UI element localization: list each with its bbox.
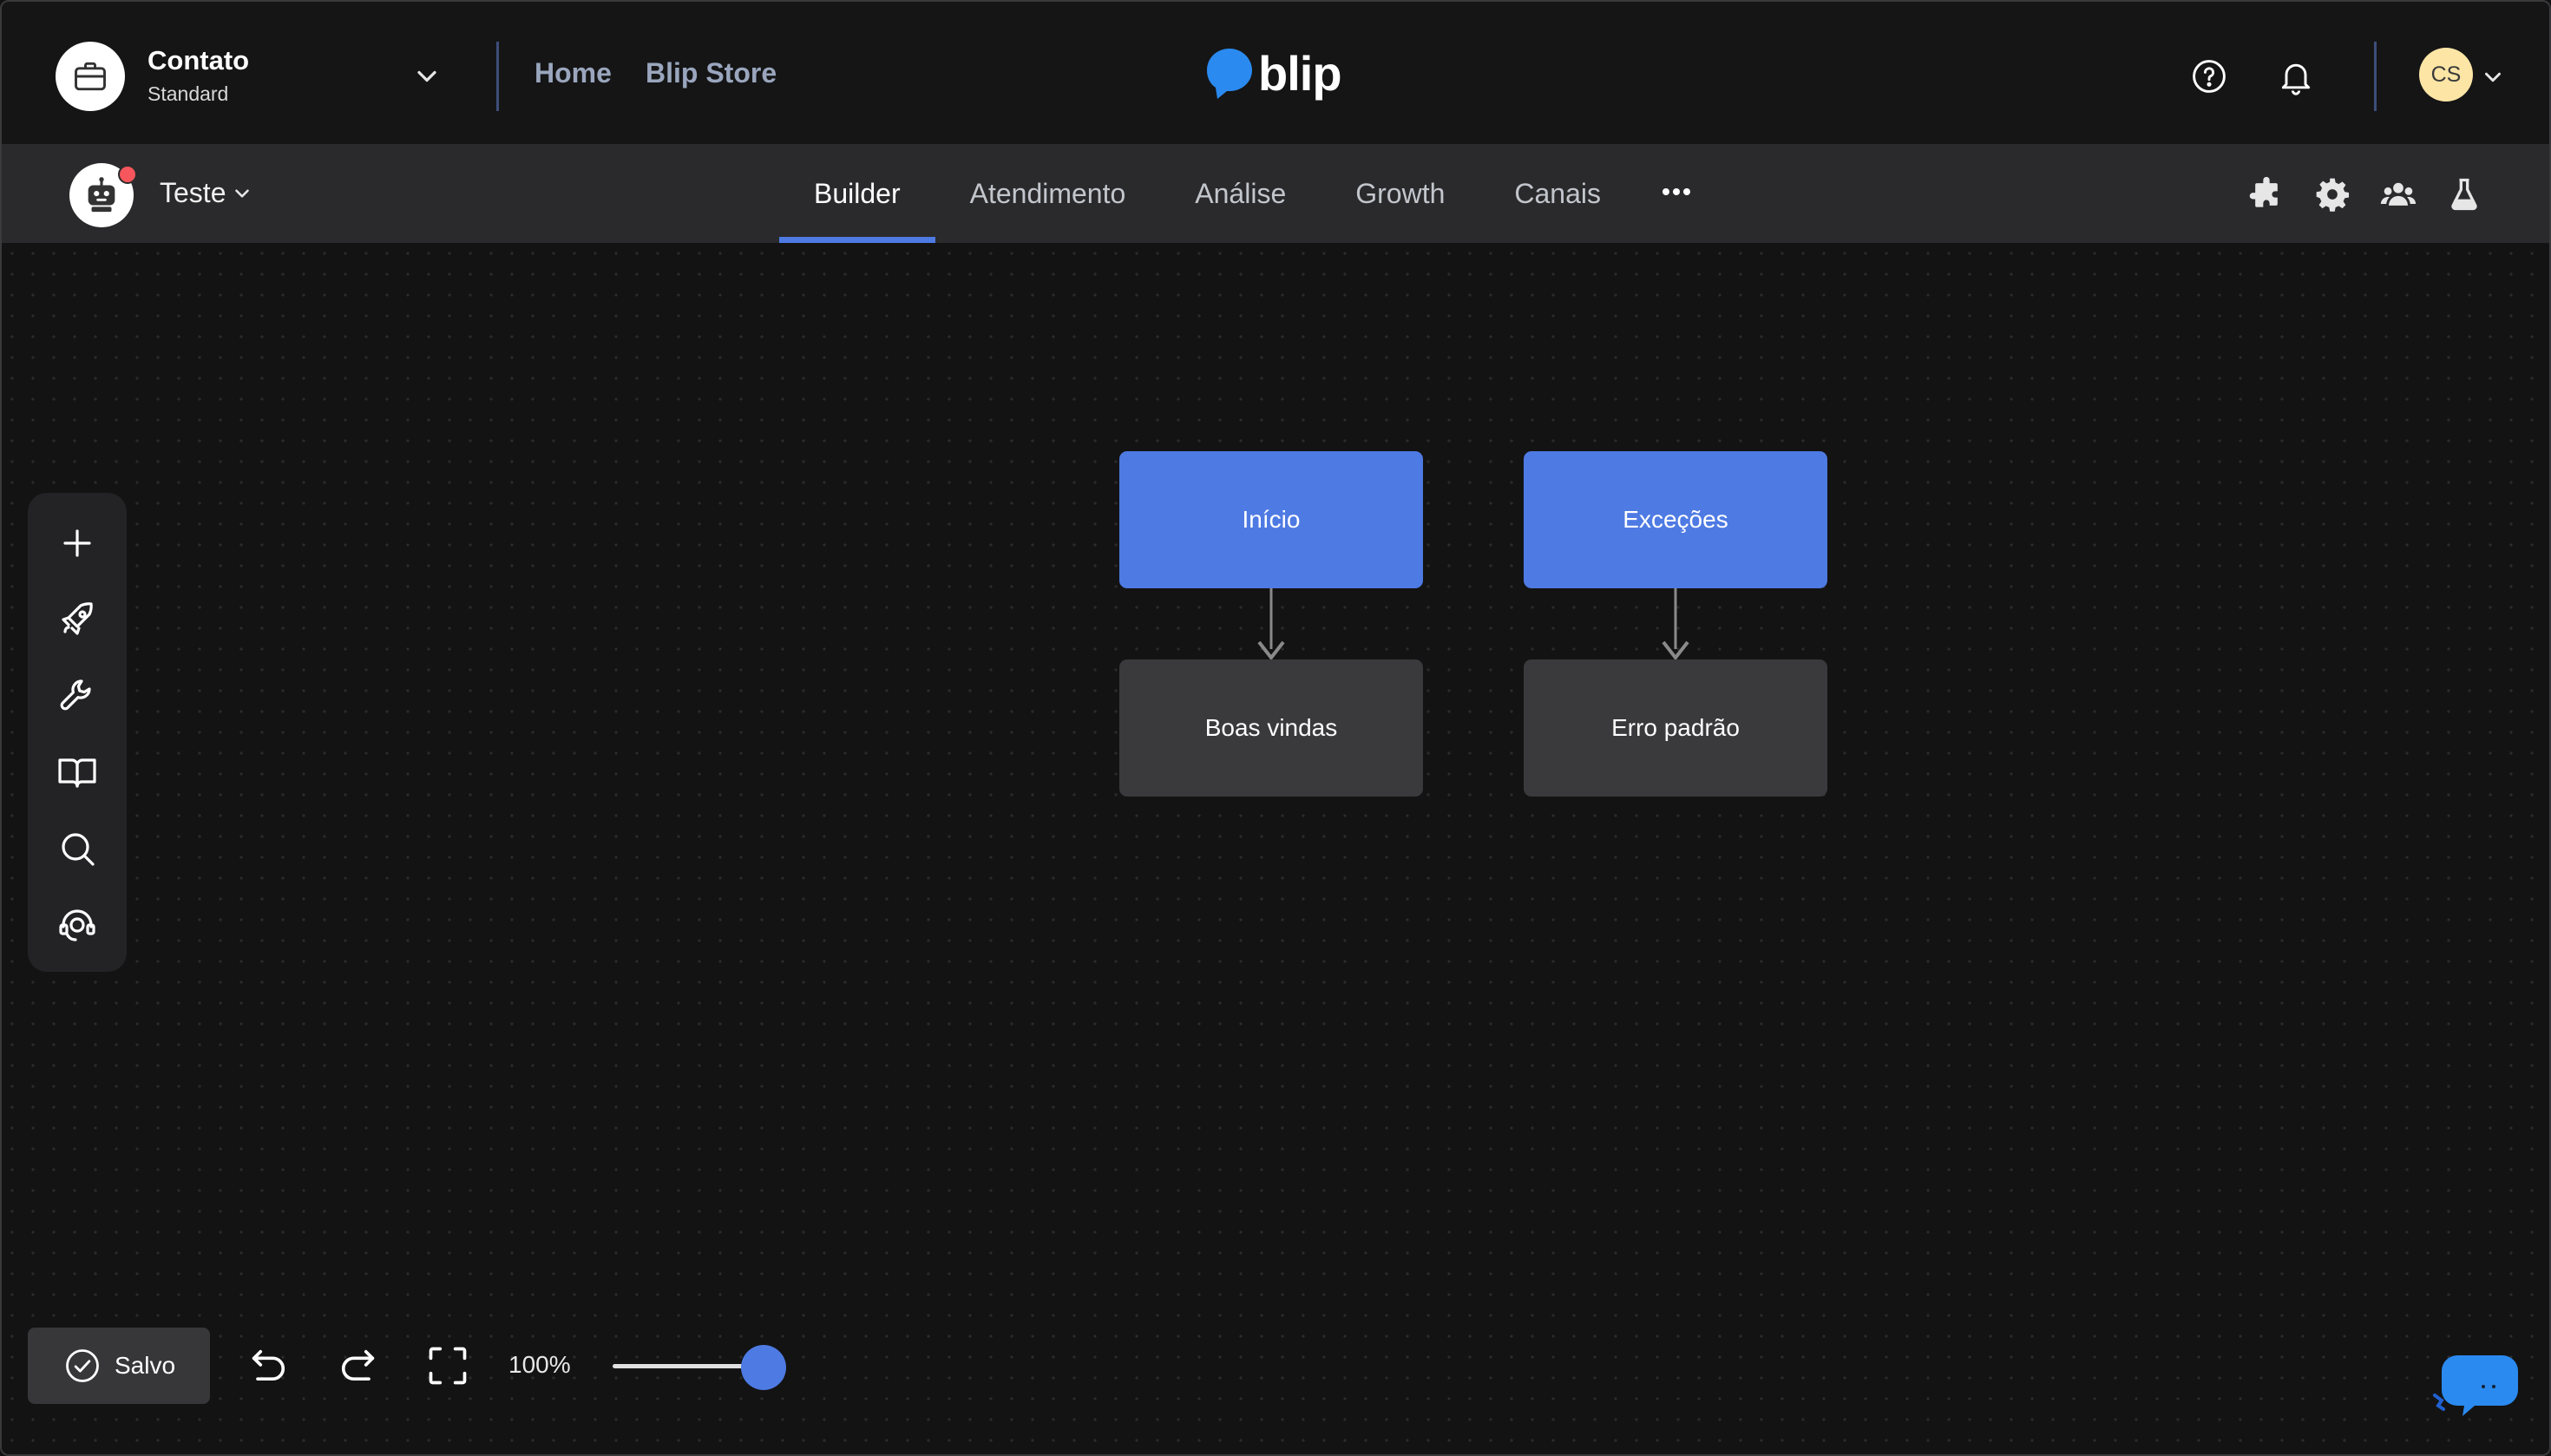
redo-icon[interactable] — [335, 1343, 380, 1388]
bot-selector[interactable]: Teste — [160, 177, 253, 209]
chevron-down-icon[interactable] — [411, 61, 443, 92]
tab-growth[interactable]: Growth — [1321, 144, 1479, 243]
contract-selector[interactable]: Contato Standard — [56, 42, 249, 111]
tab-atendimento[interactable]: Atendimento — [935, 144, 1161, 243]
robot-icon — [88, 177, 115, 213]
team-icon[interactable] — [2379, 175, 2417, 213]
connector-arrow — [1662, 588, 1689, 661]
chevron-down-icon — [235, 188, 250, 198]
blip-bubble-icon — [1207, 49, 1252, 99]
wrench-icon[interactable] — [56, 675, 98, 717]
user-avatar[interactable]: CS — [2419, 48, 2473, 102]
builder-toolbar — [28, 493, 127, 972]
flow-block-default-error[interactable]: Erro padrão — [1524, 659, 1827, 797]
briefcase-icon — [56, 42, 125, 111]
fit-screen-icon[interactable] — [425, 1343, 470, 1388]
top-header: Contato Standard Home Blip Store blip CS — [2, 2, 2549, 144]
gear-icon[interactable] — [2313, 175, 2351, 213]
header-divider — [496, 42, 499, 111]
save-status-button[interactable]: Salvo — [28, 1328, 210, 1404]
bot-tabs: Builder Atendimento Análise Growth Canai… — [779, 144, 1636, 243]
rocket-icon[interactable] — [56, 599, 98, 640]
bot-navigation-bar: Teste Builder Atendimento Análise Growth… — [2, 144, 2549, 243]
zoom-level-label: 100% — [508, 1351, 571, 1378]
contract-name: Contato — [148, 45, 250, 75]
save-status-label: Salvo — [115, 1352, 176, 1379]
bot-name: Teste — [160, 177, 226, 208]
flow-block-start[interactable]: Início — [1119, 451, 1423, 588]
flow-canvas[interactable] — [2, 243, 2549, 1454]
flow-block-welcome[interactable]: Boas vindas — [1119, 659, 1423, 797]
more-options-icon[interactable] — [1659, 179, 1694, 205]
tab-canais[interactable]: Canais — [1479, 144, 1636, 243]
plus-icon[interactable] — [56, 522, 98, 564]
tab-builder[interactable]: Builder — [779, 144, 935, 243]
bell-icon[interactable] — [2277, 57, 2315, 95]
flask-icon[interactable] — [2445, 175, 2483, 213]
tab-analise[interactable]: Análise — [1160, 144, 1321, 243]
flow-block-exceptions[interactable]: Exceções — [1524, 451, 1827, 588]
book-icon[interactable] — [56, 751, 98, 793]
chevron-down-icon[interactable] — [2480, 64, 2506, 90]
connector-arrow — [1257, 588, 1285, 661]
undo-icon[interactable] — [246, 1343, 292, 1388]
support-icon[interactable] — [56, 904, 98, 946]
chat-support-icon[interactable] — [2431, 1350, 2521, 1428]
help-icon[interactable] — [2190, 57, 2228, 95]
header-divider — [2374, 42, 2377, 111]
notification-dot — [118, 165, 137, 184]
contract-plan: Standard — [148, 82, 229, 105]
blip-logo[interactable]: blip — [1204, 46, 1342, 101]
nav-home-link[interactable]: Home — [534, 57, 612, 89]
puzzle-icon[interactable] — [2247, 175, 2285, 213]
zoom-slider-thumb[interactable] — [741, 1345, 786, 1390]
nav-blip-store-link[interactable]: Blip Store — [646, 57, 777, 89]
logo-text: blip — [1258, 46, 1342, 101]
search-icon[interactable] — [56, 828, 98, 869]
check-circle-icon — [66, 1349, 99, 1382]
app-window: Contato Standard Home Blip Store blip CS — [0, 0, 2551, 1456]
